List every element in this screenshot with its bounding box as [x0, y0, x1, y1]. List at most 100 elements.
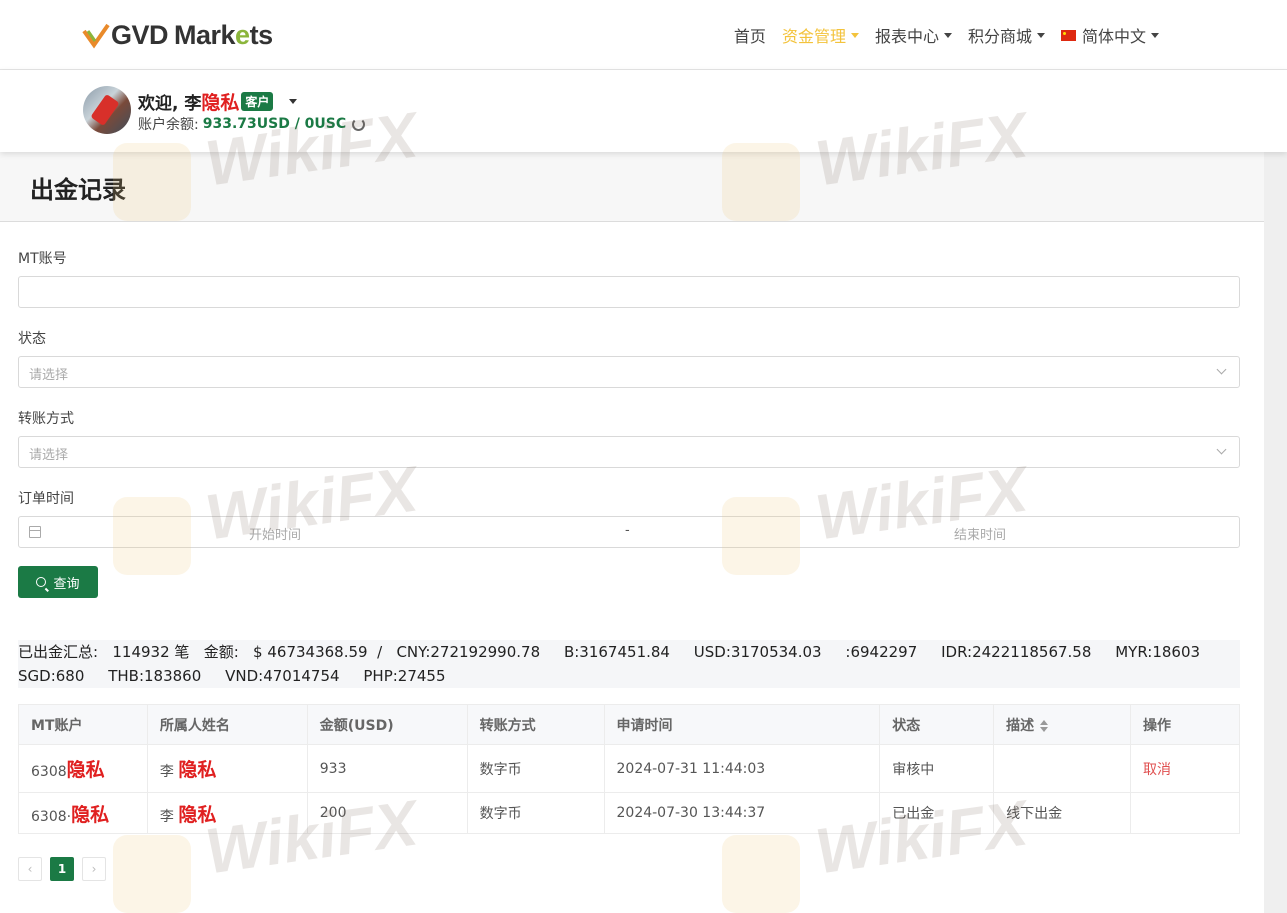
chevron-down-icon — [1216, 444, 1227, 455]
cell-transfer-method: 数字币 — [466, 792, 605, 834]
col-action: 操作 — [1130, 704, 1240, 745]
main-content: 出金记录 MT账号 状态 请选择 转账方式 请选择 订单时间 开始时间 - 结束… — [0, 152, 1264, 913]
mt-account-label: MT账号 — [18, 251, 67, 267]
sort-icon[interactable] — [1040, 719, 1049, 732]
page-1-button[interactable]: 1 — [50, 857, 74, 881]
avatar[interactable] — [83, 86, 131, 134]
status-select[interactable]: 请选择 — [18, 356, 1240, 388]
col-description[interactable]: 描述 — [993, 704, 1132, 745]
nav-reports[interactable]: 报表中心 — [867, 22, 960, 48]
nav-funds-label: 资金管理 — [781, 27, 846, 46]
cell-mt-account: 6308·隐私 — [18, 792, 148, 834]
balance-value: 933.73USD / 0USC — [202, 116, 347, 132]
cell-action — [1130, 792, 1240, 834]
order-time-label: 订单时间 — [18, 491, 74, 507]
mt-account-input[interactable] — [19, 277, 1239, 307]
col-amount: 金额(USD) — [306, 704, 468, 745]
col-apply-time: 申请时间 — [603, 704, 881, 745]
caret-down-icon — [850, 32, 859, 38]
col-status: 状态 — [879, 704, 995, 745]
chevron-down-icon — [1216, 364, 1227, 375]
nav-language[interactable]: 简体中文 — [1053, 22, 1167, 48]
logo-prefix: GVD — [111, 19, 169, 50]
refresh-icon[interactable] — [352, 117, 366, 131]
table-header-row: MT账户 所属人姓名 金额(USD) 转账方式 申请时间 状态 描述 操作 — [18, 704, 1240, 745]
nav-reports-label: 报表中心 — [874, 27, 939, 46]
withdrawal-summary: 已出金汇总: 114932 笔 金额: $ 46734368.59 / CNY:… — [18, 640, 1240, 688]
summary-line-2: SGD:680 THB:183860 VND:47014754 PHP:2745… — [18, 667, 446, 685]
withdrawal-records-table: MT账户 所属人姓名 金额(USD) 转账方式 申请时间 状态 描述 操作 63… — [18, 704, 1240, 834]
cell-owner-name: 李 隐私 — [146, 792, 308, 834]
gvd-markets-logo[interactable]: GVD Mark e ts — [82, 18, 273, 52]
owner-redacted: 隐私 — [178, 759, 217, 781]
cell-apply-time: 2024-07-30 13:44:37 — [603, 792, 881, 834]
end-time-placeholder[interactable]: 结束时间 — [954, 524, 1006, 543]
transfer-method-label: 转账方式 — [18, 411, 74, 427]
owner-prefix: 李 — [159, 808, 174, 825]
next-page-button[interactable]: › — [82, 857, 106, 881]
nav-home-label: 首页 — [733, 27, 766, 46]
transfer-method-select[interactable]: 请选择 — [18, 436, 1240, 468]
logo-tail: ts — [249, 19, 274, 50]
cell-mt-account: 6308隐私 — [18, 744, 148, 793]
nav-home[interactable]: 首页 — [726, 22, 774, 48]
welcome-text[interactable]: 欢迎, 李 隐私 客户 — [138, 88, 298, 115]
date-separator: - — [625, 523, 630, 538]
cell-owner-name: 李 隐私 — [146, 744, 308, 793]
nav-points-mall-label: 积分商城 — [967, 27, 1032, 46]
col-mt-account: MT账户 — [18, 704, 148, 745]
prev-page-button[interactable]: ‹ — [18, 857, 42, 881]
user-name-redacted: 隐私 — [201, 92, 240, 114]
caret-down-icon — [1151, 32, 1159, 38]
nav-funds[interactable]: 资金管理 — [774, 22, 867, 48]
date-range-picker[interactable]: 开始时间 - 结束时间 — [18, 516, 1240, 548]
status-label: 状态 — [18, 331, 46, 347]
account-prefix: 6308 — [31, 764, 67, 780]
mt-account-field-wrapper — [18, 276, 1240, 308]
summary-line-1: 已出金汇总: 114932 笔 金额: $ 46734368.59 / CNY:… — [18, 643, 1201, 661]
table-row: 6308·隐私 李 隐私 200 数字币 2024-07-30 13:44:37… — [18, 792, 1240, 834]
cell-amount: 200 — [306, 792, 468, 834]
search-icon — [36, 577, 47, 587]
page-header: 出金记录 — [0, 152, 1264, 222]
scrollbar-track[interactable] — [1264, 152, 1287, 913]
main-nav: 首页 资金管理 报表中心 积分商城 简体中文 — [726, 22, 1167, 48]
nav-language-label: 简体中文 — [1081, 27, 1146, 46]
cell-action: 取消 — [1130, 744, 1240, 793]
cell-transfer-method: 数字币 — [466, 744, 605, 793]
col-transfer-method: 转账方式 — [466, 704, 605, 745]
table-row: 6308隐私 李 隐私 933 数字币 2024-07-31 11:44:03 … — [18, 744, 1240, 793]
welcome-label: 欢迎, 李 — [138, 94, 202, 114]
search-button-label: 查询 — [53, 576, 80, 592]
nav-points-mall[interactable]: 积分商城 — [960, 22, 1053, 48]
user-info-bar: 欢迎, 李 隐私 客户 账户余额: 933.73USD / 0USC — [0, 70, 1287, 152]
search-button[interactable]: 查询 — [18, 566, 98, 598]
account-redacted: 隐私 — [71, 803, 110, 826]
cell-description: 线下出金 — [993, 792, 1132, 834]
cell-status: 审核中 — [879, 744, 995, 793]
role-badge: 客户 — [241, 92, 274, 111]
user-menu-caret-icon[interactable] — [289, 99, 298, 104]
cell-description — [993, 744, 1132, 793]
page-title: 出金记录 — [30, 176, 126, 204]
cancel-link[interactable]: 取消 — [1143, 762, 1171, 778]
caret-down-icon — [1036, 32, 1045, 38]
account-balance: 账户余额: 933.73USD / 0USC — [138, 114, 366, 134]
account-prefix: 6308· — [31, 808, 72, 825]
pagination: ‹ 1 › — [18, 857, 106, 881]
cell-apply-time: 2024-07-31 11:44:03 — [603, 744, 881, 793]
top-navbar: GVD Mark e ts 首页 资金管理 报表中心 积分商城 简体中文 — [0, 0, 1287, 70]
calendar-icon — [29, 526, 41, 538]
logo-main: Mark — [174, 19, 236, 50]
status-placeholder: 请选择 — [29, 368, 69, 383]
start-time-placeholder[interactable]: 开始时间 — [249, 524, 301, 543]
china-flag-icon — [1060, 29, 1076, 41]
transfer-placeholder: 请选择 — [29, 448, 69, 463]
logo-accent: e — [235, 19, 250, 50]
balance-label: 账户余额: — [138, 117, 199, 133]
cell-amount: 933 — [306, 744, 468, 793]
col-owner-name: 所属人姓名 — [146, 704, 308, 745]
account-redacted: 隐私 — [66, 759, 105, 781]
caret-down-icon — [943, 32, 952, 38]
owner-prefix: 李 — [159, 764, 174, 780]
